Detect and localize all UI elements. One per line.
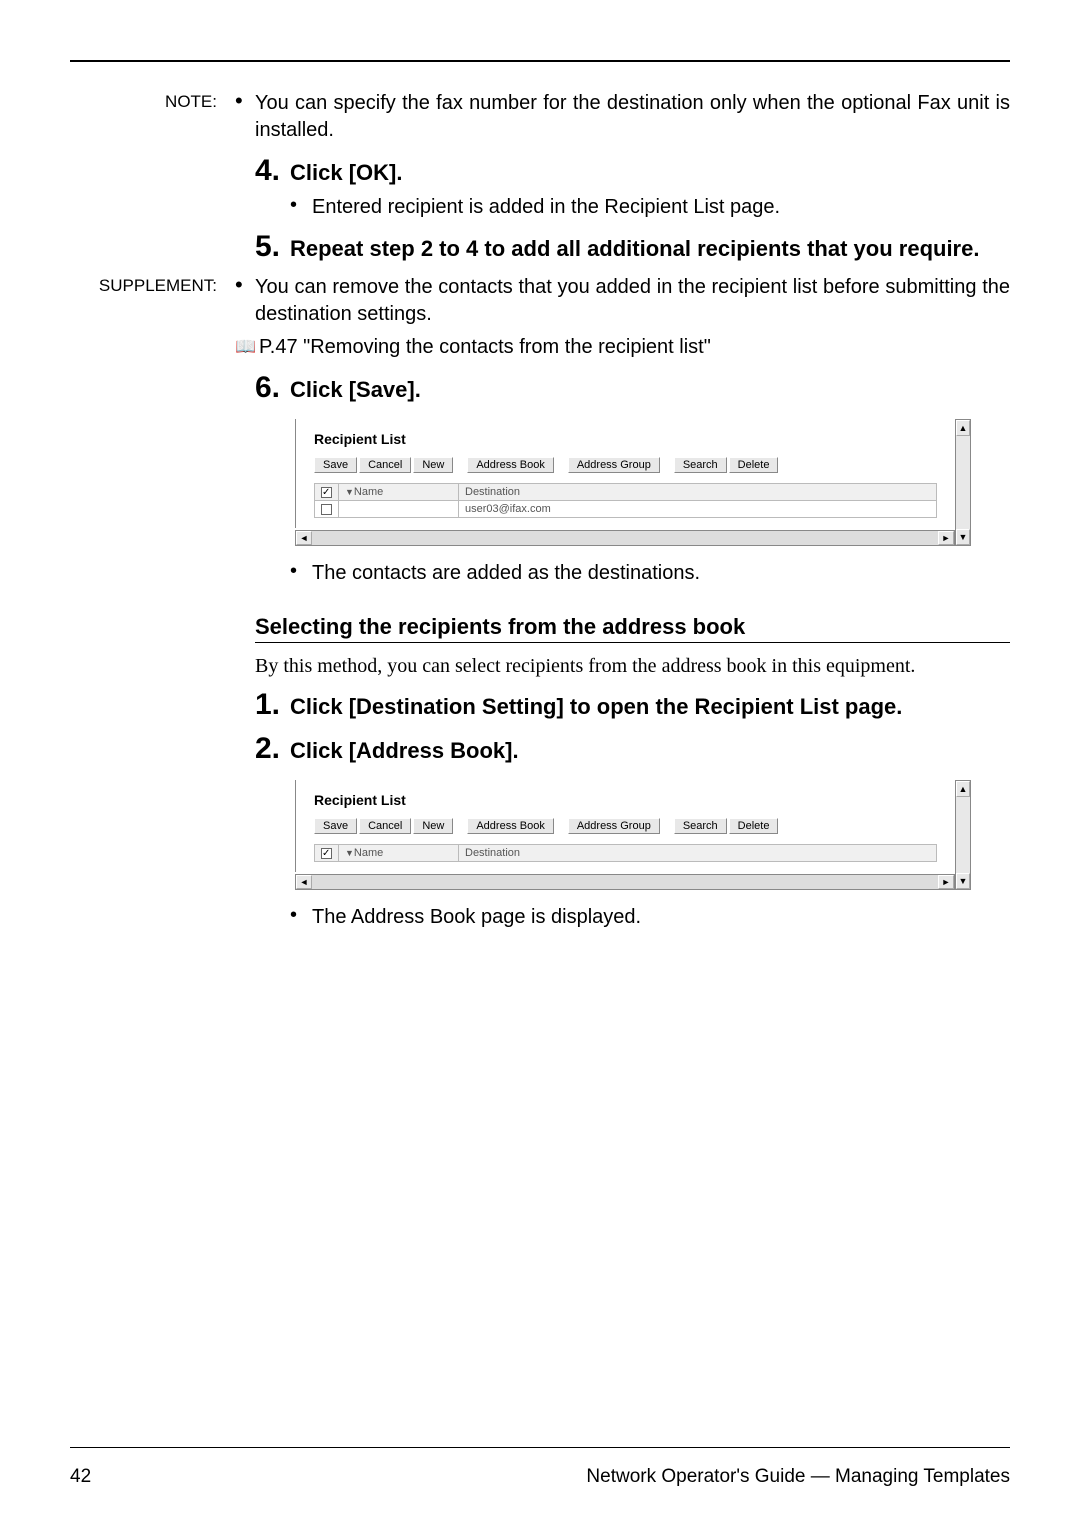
col-name[interactable]: ▼Name [339, 484, 459, 501]
step-number: 4. [255, 154, 290, 188]
top-rule [70, 60, 1010, 62]
recipient-table: ▼Name Destination user03@ifax.com [314, 483, 937, 518]
cancel-button[interactable]: Cancel [359, 457, 411, 473]
book-icon: 📖 [235, 334, 259, 361]
step-4-sub: • Entered recipient is added in the Reci… [290, 194, 1010, 220]
row-name [339, 501, 459, 518]
select-all-checkbox[interactable] [315, 845, 339, 862]
vertical-scrollbar[interactable]: ▲ ▼ [955, 419, 971, 546]
step-text: Click [OK]. [290, 154, 1010, 188]
step-2b: 2. Click [Address Book]. [255, 732, 1010, 766]
search-button[interactable]: Search [674, 457, 727, 473]
button-bar: Save Cancel New Address Book Address Gro… [314, 818, 937, 834]
delete-button[interactable]: Delete [729, 457, 779, 473]
step-number: 5. [255, 230, 290, 264]
select-all-checkbox[interactable] [315, 484, 339, 501]
scroll-left-icon[interactable]: ◄ [296, 531, 312, 545]
bullet-icon: • [290, 194, 312, 220]
footer-title: Network Operator's Guide — Managing Temp… [586, 1466, 1010, 1488]
step-6-sub-text: The contacts are added as the destinatio… [312, 560, 1010, 586]
screenshot-recipient-list-2: Recipient List Save Cancel New Address B… [295, 780, 955, 890]
save-button[interactable]: Save [314, 818, 357, 834]
supplement-label: SUPPLEMENT: [70, 274, 235, 328]
note-text: You can specify the fax number for the d… [255, 90, 1010, 144]
footer-rule [70, 1447, 1010, 1448]
supplement-ref: P.47 "Removing the contacts from the rec… [259, 334, 1010, 361]
row-destination: user03@ifax.com [459, 501, 937, 518]
bullet-icon: • [290, 904, 312, 930]
address-book-button[interactable]: Address Book [467, 457, 553, 473]
page-number: 42 [70, 1466, 91, 1488]
horizontal-scrollbar[interactable]: ◄ ► [295, 874, 955, 890]
button-bar: Save Cancel New Address Book Address Gro… [314, 457, 937, 473]
note-row: NOTE: • You can specify the fax number f… [70, 90, 1010, 144]
col-destination[interactable]: Destination [459, 845, 937, 862]
address-book-button[interactable]: Address Book [467, 818, 553, 834]
horizontal-scrollbar[interactable]: ◄ ► [295, 530, 955, 546]
heading-rule [255, 642, 1010, 643]
col-destination[interactable]: Destination [459, 484, 937, 501]
dialog-title: Recipient List [314, 792, 937, 808]
step-4: 4. Click [OK]. [255, 154, 1010, 188]
recipient-table: ▼Name Destination [314, 844, 937, 862]
new-button[interactable]: New [413, 457, 453, 473]
bullet-icon: • [235, 274, 255, 328]
note-label: NOTE: [70, 90, 235, 144]
step-6-sub: • The contacts are added as the destinat… [290, 560, 1010, 586]
address-group-button[interactable]: Address Group [568, 457, 660, 473]
step-number: 2. [255, 732, 290, 766]
address-group-button[interactable]: Address Group [568, 818, 660, 834]
intro-text: By this method, you can select recipient… [255, 655, 1010, 678]
sort-down-icon: ▼ [345, 848, 354, 858]
step-text: Click [Address Book]. [290, 732, 1010, 766]
scroll-down-icon[interactable]: ▼ [956, 873, 970, 889]
scroll-right-icon[interactable]: ► [938, 531, 954, 545]
row-checkbox[interactable] [315, 501, 339, 518]
col-name[interactable]: ▼Name [339, 845, 459, 862]
step-text: Repeat step 2 to 4 to add all additional… [290, 230, 1010, 264]
step-text: Click [Save]. [290, 371, 1010, 405]
cancel-button[interactable]: Cancel [359, 818, 411, 834]
new-button[interactable]: New [413, 818, 453, 834]
scroll-up-icon[interactable]: ▲ [956, 420, 970, 436]
bullet-icon: • [290, 560, 312, 586]
vertical-scrollbar[interactable]: ▲ ▼ [955, 780, 971, 890]
scroll-right-icon[interactable]: ► [938, 875, 954, 889]
supplement-text: You can remove the contacts that you add… [255, 274, 1010, 328]
sort-down-icon: ▼ [345, 487, 354, 497]
screenshot-recipient-list-1: Recipient List Save Cancel New Address B… [295, 419, 955, 546]
delete-button[interactable]: Delete [729, 818, 779, 834]
step-5: 5. Repeat step 2 to 4 to add all additio… [255, 230, 1010, 264]
scroll-up-icon[interactable]: ▲ [956, 781, 970, 797]
scroll-down-icon[interactable]: ▼ [956, 529, 970, 545]
step-number: 1. [255, 688, 290, 722]
step-text: Click [Destination Setting] to open the … [290, 688, 1010, 722]
step-2b-sub-text: The Address Book page is displayed. [312, 904, 1010, 930]
dialog-title: Recipient List [314, 431, 937, 447]
step-6: 6. Click [Save]. [255, 371, 1010, 405]
step-2b-sub: • The Address Book page is displayed. [290, 904, 1010, 930]
step-4-sub-text: Entered recipient is added in the Recipi… [312, 194, 1010, 220]
step-1b: 1. Click [Destination Setting] to open t… [255, 688, 1010, 722]
scroll-left-icon[interactable]: ◄ [296, 875, 312, 889]
page-footer: 42 Network Operator's Guide — Managing T… [70, 1447, 1010, 1488]
supplement-ref-row: 📖 P.47 "Removing the contacts from the r… [70, 334, 1010, 361]
bullet-icon: • [235, 90, 255, 144]
supplement-row: SUPPLEMENT: • You can remove the contact… [70, 274, 1010, 328]
save-button[interactable]: Save [314, 457, 357, 473]
search-button[interactable]: Search [674, 818, 727, 834]
heading-selecting-recipients: Selecting the recipients from the addres… [255, 614, 1010, 640]
step-number: 6. [255, 371, 290, 405]
